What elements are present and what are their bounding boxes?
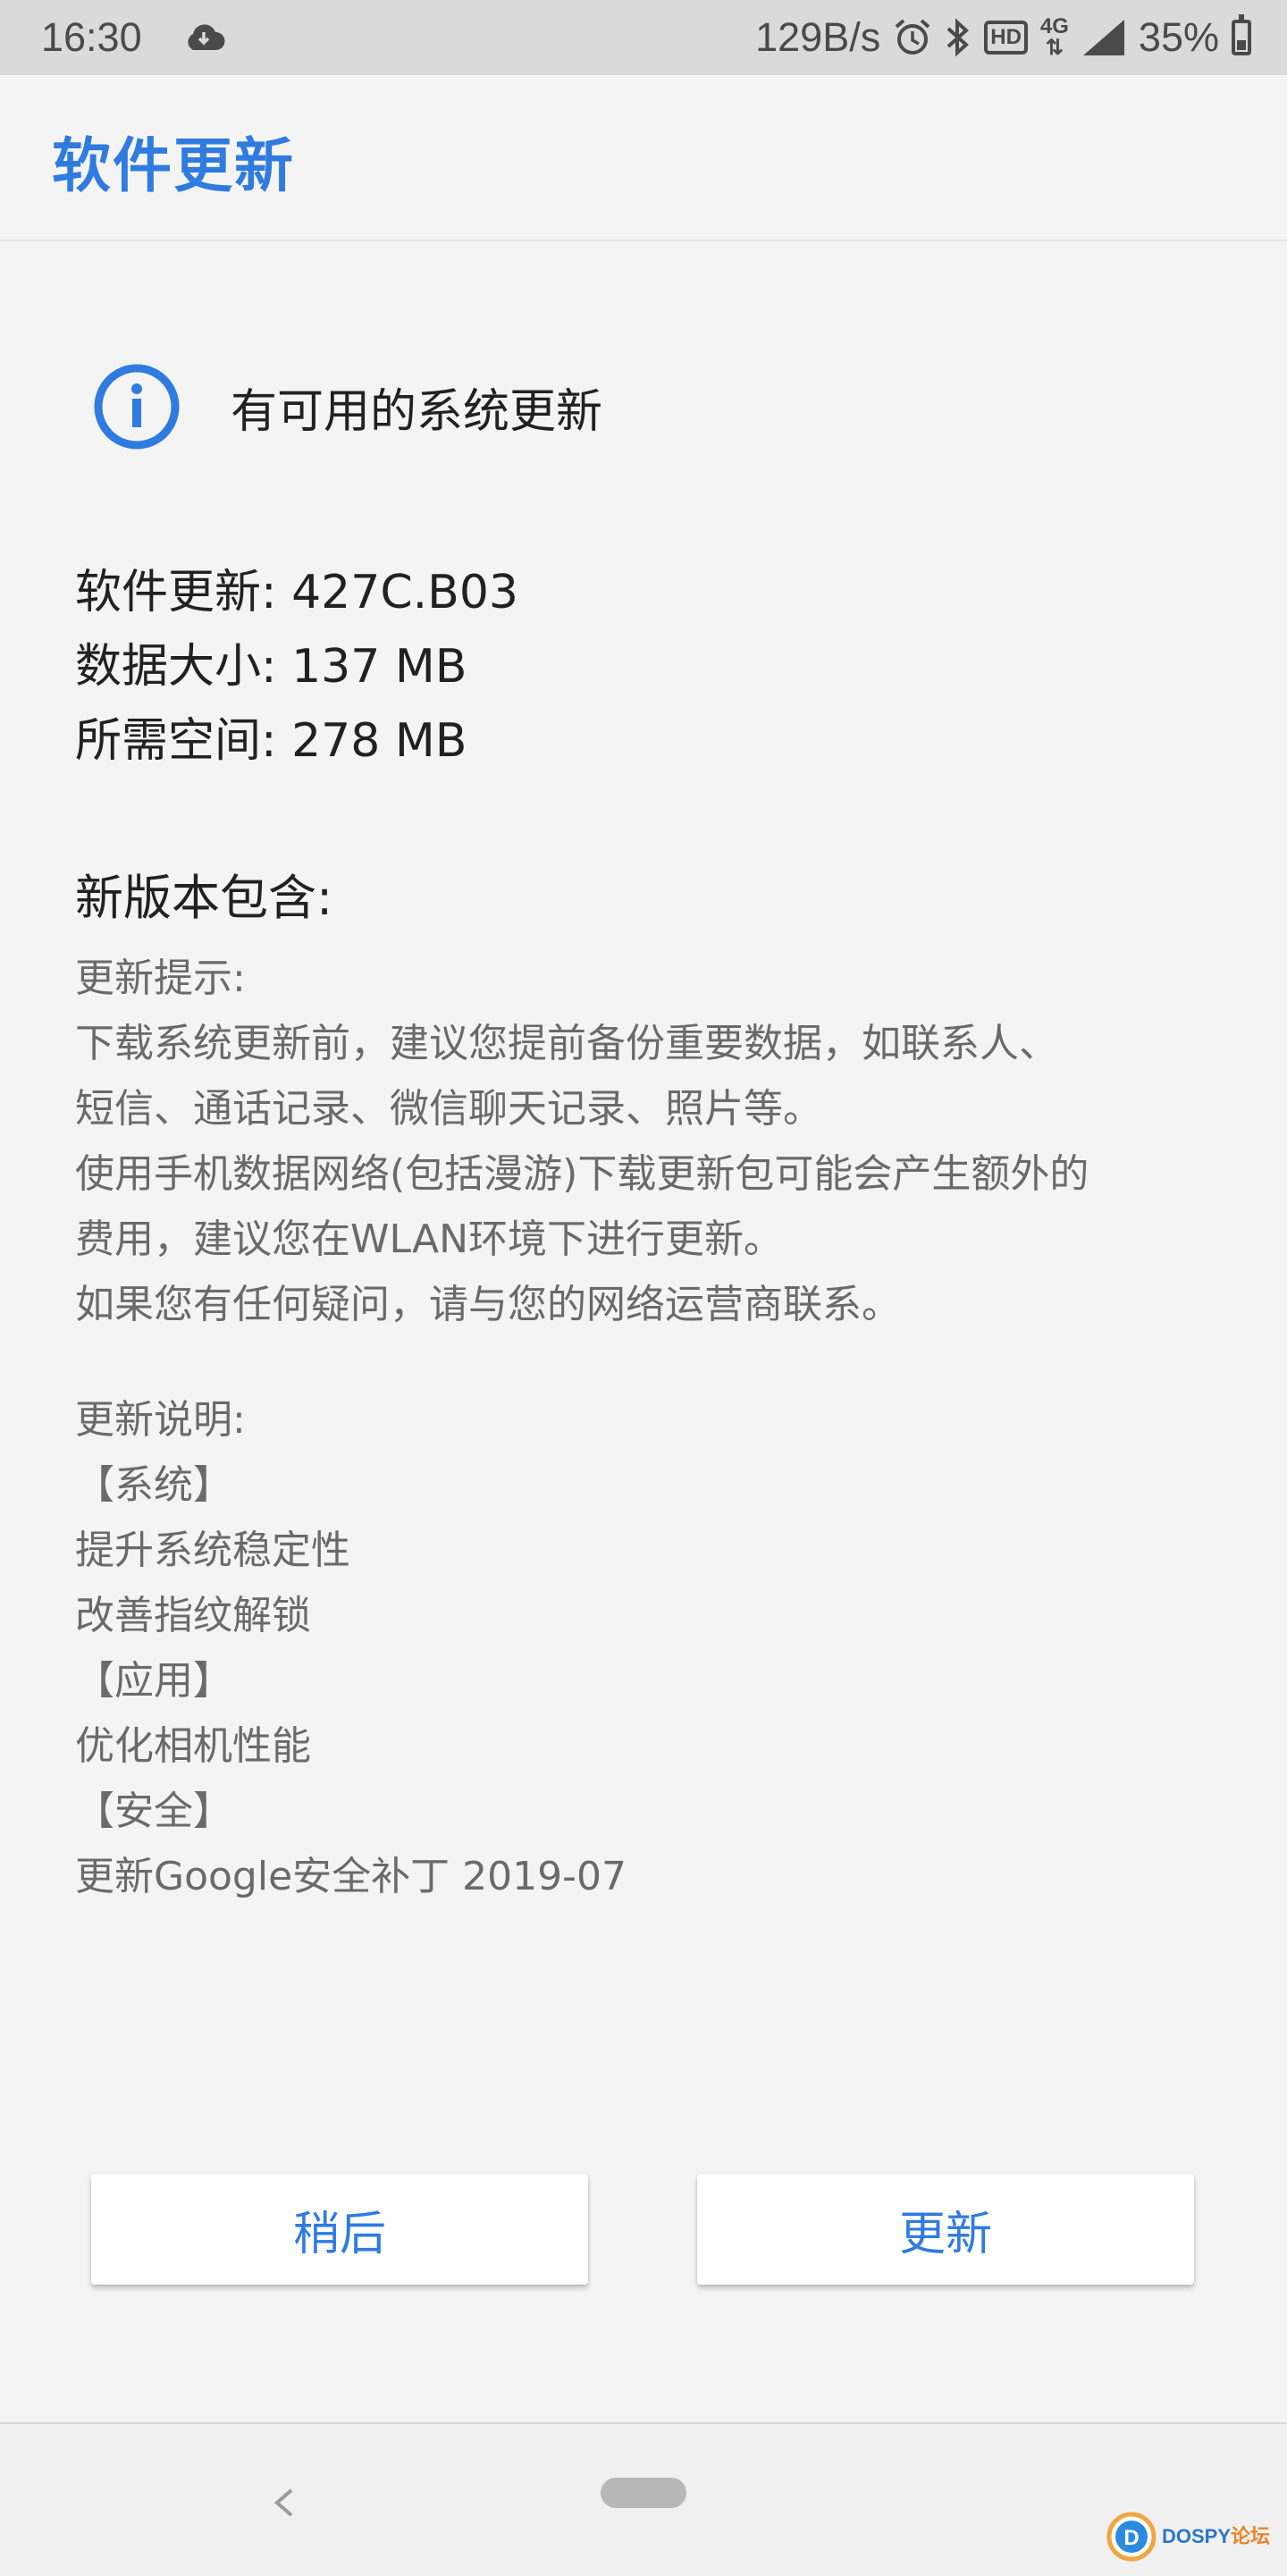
main-content: 有可用的系统更新 软件更新: 427C.B03 数据大小: 137 MB 所需空…	[0, 241, 1287, 2422]
tips-line: 短信、通话记录、微信聊天记录、照片等。	[75, 1086, 822, 1132]
tips-line: 如果您有任何疑问，请与您的网络运营商联系。	[75, 1282, 901, 1327]
alarm-icon	[895, 19, 930, 55]
update-available-notice: 有可用的系统更新	[93, 363, 602, 450]
release-notes: 更新说明: 【系统】 提升系统稳定性 改善指纹解锁 【应用】 优化相机性能 【安…	[75, 1387, 1228, 1909]
size-label: 数据大小:	[75, 640, 277, 694]
notes-line: 优化相机性能	[75, 1723, 311, 1769]
update-button[interactable]: 更新	[697, 2174, 1194, 2285]
tips-title: 更新提示:	[75, 955, 246, 1001]
tips-line: 费用，建议您在WLAN环境下进行更新。	[75, 1216, 784, 1262]
svg-text:D: D	[1123, 2526, 1139, 2550]
status-bar: 16:30 129B/s HD 4G ⇅ 35%	[0, 0, 1287, 75]
later-button[interactable]: 稍后	[91, 2174, 588, 2285]
size-row: 数据大小: 137 MB	[75, 630, 518, 704]
notes-line: 【安全】	[75, 1789, 232, 1834]
notes-title: 更新说明:	[75, 1397, 246, 1443]
cloud-icon	[188, 24, 225, 50]
dospy-watermark: D DOSPY论坛	[1106, 2512, 1270, 2562]
tips-line: 下载系统更新前，建议您提前备份重要数据，如联系人、	[75, 1021, 1058, 1066]
version-row: 软件更新: 427C.B03	[75, 556, 518, 630]
dospy-logo-icon: D	[1106, 2512, 1157, 2562]
page-title: 软件更新	[52, 131, 295, 200]
update-info: 软件更新: 427C.B03 数据大小: 137 MB 所需空间: 278 MB	[75, 556, 518, 779]
battery-icon	[1232, 14, 1251, 55]
space-value: 278 MB	[291, 714, 467, 768]
hd-icon: HD	[984, 21, 1028, 55]
net-speed: 129B/s	[755, 14, 881, 60]
update-tips: 更新提示: 下载系统更新前，建议您提前备份重要数据，如联系人、 短信、通话记录、…	[75, 946, 1228, 1337]
space-label: 所需空间:	[75, 714, 277, 768]
watermark-brand: DOSPY论坛	[1162, 2525, 1271, 2547]
bluetooth-icon	[946, 18, 970, 57]
version-value: 427C.B03	[291, 566, 518, 619]
space-row: 所需空间: 278 MB	[75, 704, 518, 779]
battery-percent: 35%	[1138, 14, 1219, 60]
contents-heading: 新版本包含:	[75, 870, 333, 926]
tips-line: 使用手机数据网络(包括漫游)下载更新包可能会产生额外的	[75, 1151, 1089, 1197]
clock: 16:30	[41, 14, 142, 60]
notice-text: 有可用的系统更新	[231, 384, 603, 439]
4g-icon: 4G ⇅	[1039, 14, 1069, 60]
notes-line: 【应用】	[75, 1658, 232, 1704]
signal-icon	[1082, 20, 1124, 55]
app-bar: 软件更新	[0, 75, 1287, 241]
back-icon[interactable]	[266, 2478, 299, 2528]
notes-line: 更新Google安全补丁 2019-07	[75, 1854, 627, 1899]
notes-line: 改善指纹解锁	[75, 1593, 311, 1638]
navigation-bar	[0, 2422, 1287, 2576]
info-icon	[94, 364, 180, 450]
notes-line: 【系统】	[75, 1462, 232, 1508]
notes-line: 提升系统稳定性	[75, 1528, 350, 1573]
size-value: 137 MB	[291, 640, 467, 694]
version-label: 软件更新:	[75, 566, 277, 619]
home-pill-icon[interactable]	[601, 2478, 686, 2508]
